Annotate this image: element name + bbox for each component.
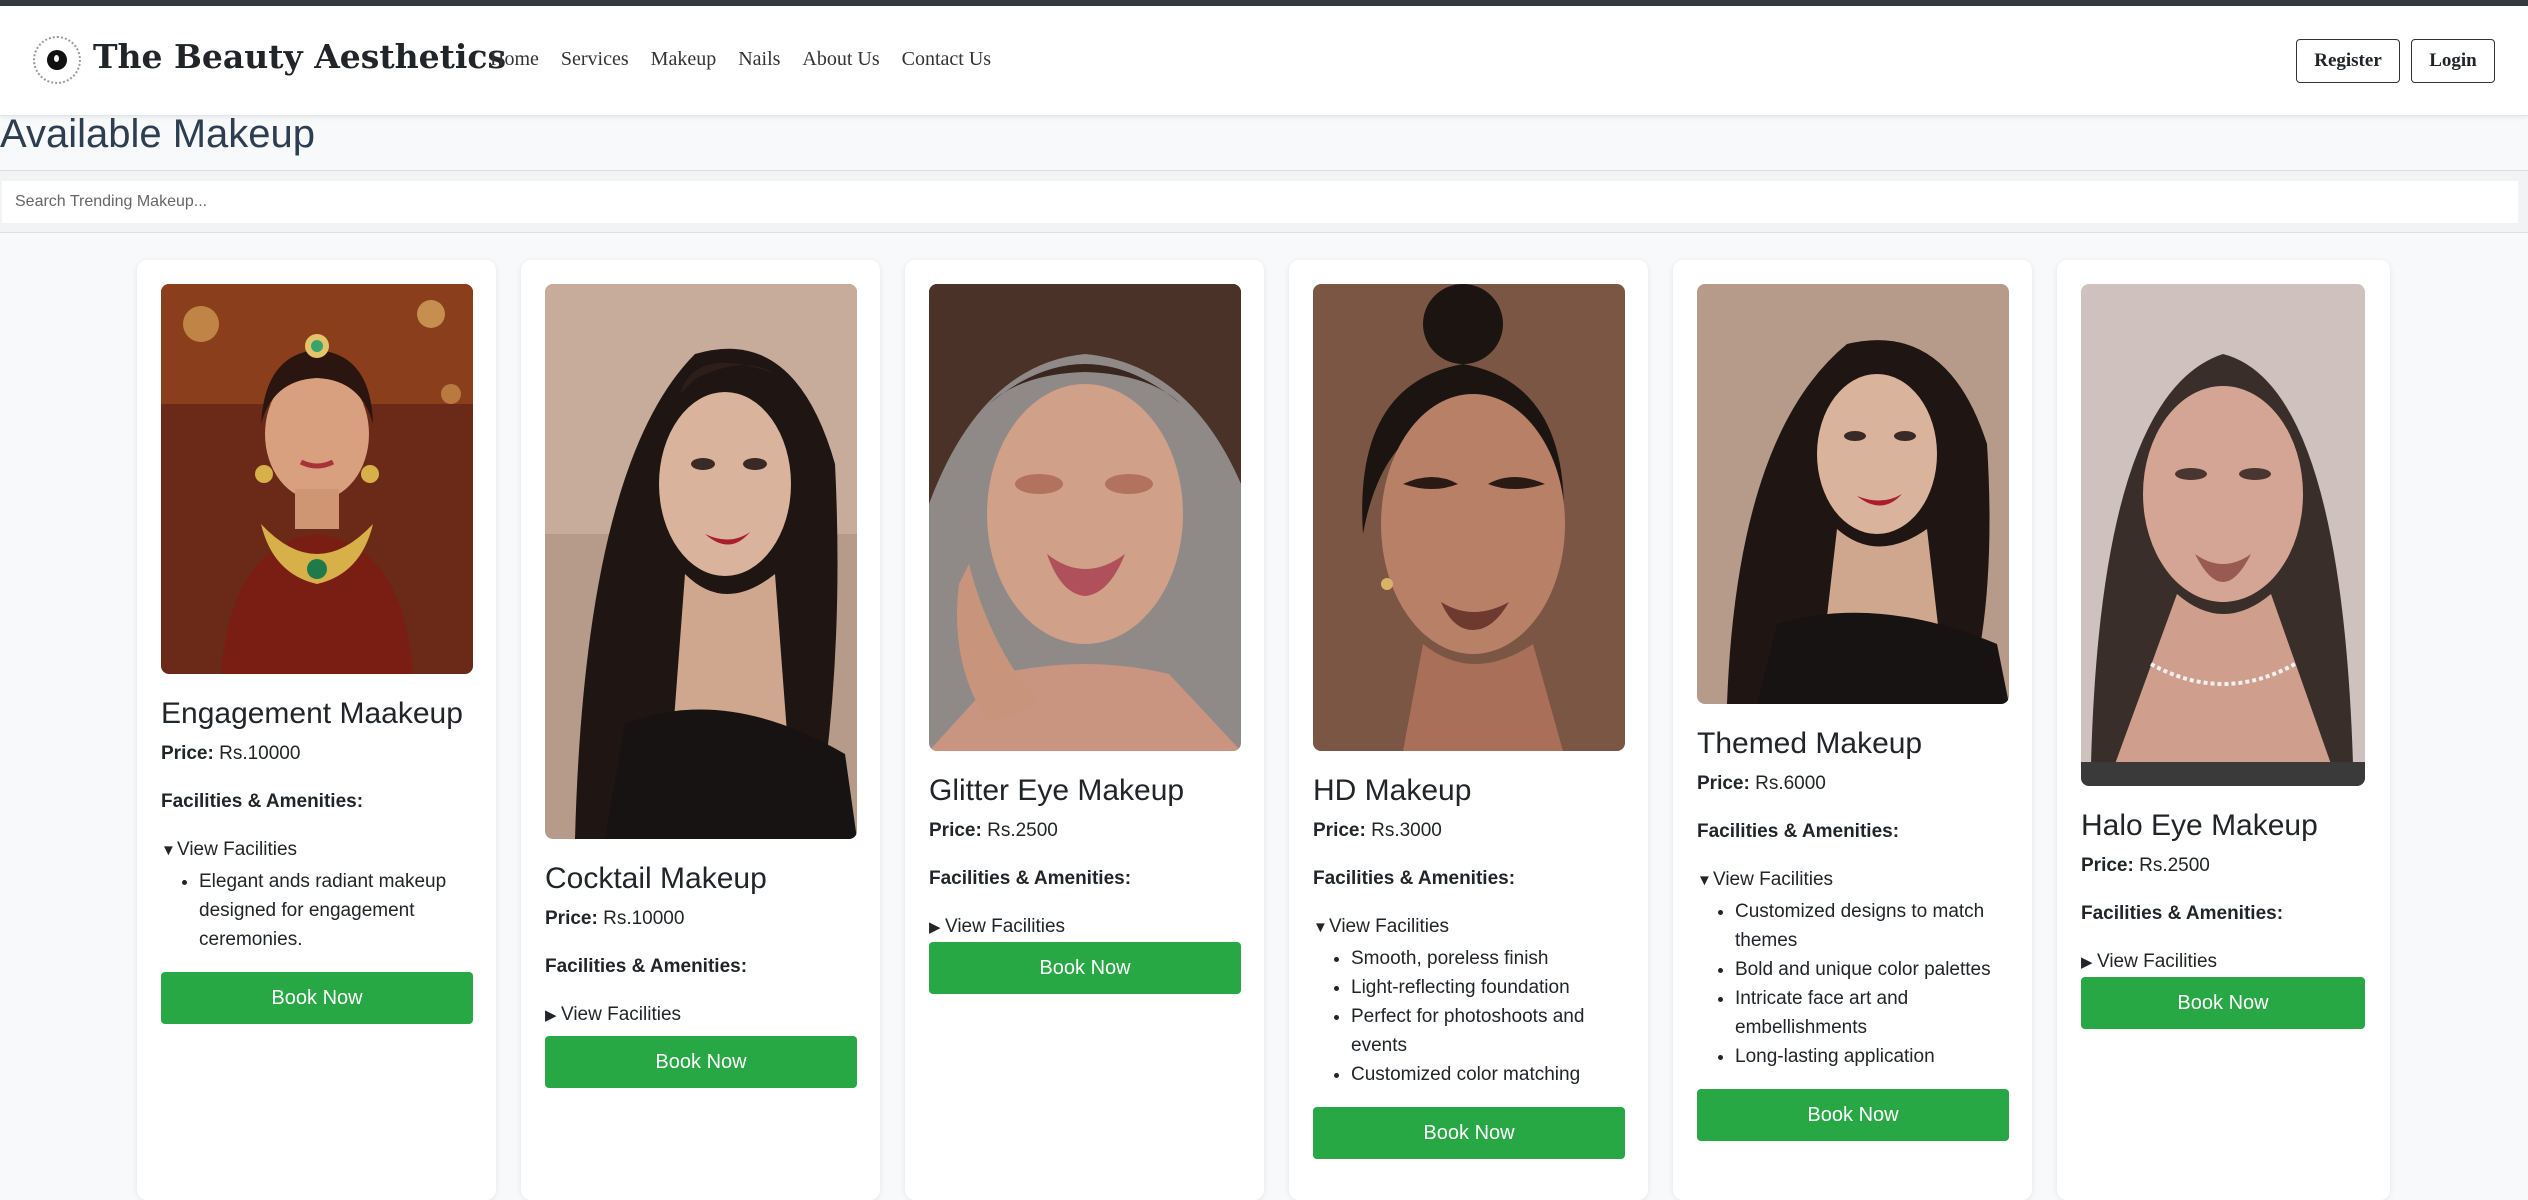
login-button[interactable]: Login — [2411, 39, 2495, 83]
triangle-down-icon: ▼ — [1697, 872, 1712, 889]
facilities-heading: Facilities & Amenities: — [161, 791, 364, 812]
facility-item: Long-lasting application — [1735, 1042, 2009, 1071]
nav-about-us[interactable]: About Us — [802, 48, 879, 71]
view-facilities-toggle[interactable]: ▶ View Facilities — [545, 1003, 857, 1028]
facilities-list: Elegant ands radiant makeup designed for… — [161, 867, 473, 954]
view-facilities-toggle[interactable]: ▼View Facilities — [1313, 915, 1625, 940]
triangle-right-icon: ▶ — [2081, 954, 2093, 971]
book-now-button[interactable]: Book Now — [1697, 1089, 2009, 1141]
price-value: Rs.2500 — [987, 820, 1058, 841]
makeup-card: Cocktail Makeup Price: Rs.10000 Faciliti… — [521, 260, 880, 1200]
makeup-photo — [545, 284, 857, 839]
makeup-photo — [929, 284, 1241, 751]
price-value: Rs.10000 — [219, 743, 301, 764]
book-now-button[interactable]: Book Now — [929, 942, 1241, 994]
view-facilities-toggle[interactable]: ▼View Facilities — [1697, 868, 2009, 893]
page-title: Available Makeup — [0, 112, 316, 156]
price-label: Price: — [161, 743, 214, 764]
search-input[interactable] — [2, 181, 2518, 223]
navbar: The Beauty Aesthetics Home Services Make… — [0, 6, 2528, 116]
facilities-heading: Facilities & Amenities: — [2081, 903, 2284, 924]
card-title: Engagement Maakeup — [161, 697, 463, 730]
makeup-card: Themed Makeup Price: Rs.6000 Facilities … — [1673, 260, 2032, 1200]
facility-item: Customized designs to match themes — [1735, 897, 2009, 955]
facility-item: Smooth, poreless finish — [1351, 944, 1625, 973]
nav-services[interactable]: Services — [561, 48, 629, 71]
nav-makeup[interactable]: Makeup — [651, 48, 717, 71]
card-title: Cocktail Makeup — [545, 862, 767, 895]
makeup-card: Glitter Eye Makeup Price: Rs.2500 Facili… — [905, 260, 1264, 1200]
card-title: Themed Makeup — [1697, 727, 1923, 760]
view-facilities-label: View Facilities — [945, 916, 1066, 937]
triangle-right-icon: ▶ — [545, 1007, 557, 1024]
facilities-heading: Facilities & Amenities: — [1697, 821, 1900, 842]
facility-item: Perfect for photoshoots and events — [1351, 1002, 1625, 1060]
triangle-down-icon: ▼ — [161, 842, 176, 859]
facility-item: Light-reflecting foundation — [1351, 973, 1625, 1002]
triangle-right-icon: ▶ — [929, 919, 941, 936]
card-title: HD Makeup — [1313, 774, 1472, 807]
view-facilities-label: View Facilities — [561, 1004, 682, 1025]
makeup-photo — [2081, 284, 2365, 786]
register-button[interactable]: Register — [2296, 39, 2400, 83]
card-price: Price: Rs.2500 — [929, 819, 1241, 843]
book-now-button[interactable]: Book Now — [2081, 977, 2365, 1029]
nav-links: Home Services Makeup Nails About Us Cont… — [490, 48, 1013, 71]
logo-icon[interactable] — [33, 36, 81, 84]
price-label: Price: — [2081, 855, 2134, 876]
price-label: Price: — [545, 908, 598, 929]
price-value: Rs.3000 — [1371, 820, 1442, 841]
facility-item: Intricate face art and embellishments — [1735, 984, 2009, 1042]
card-price: Price: Rs.6000 — [1697, 772, 2009, 796]
search-bar — [0, 170, 2528, 233]
facilities-heading: Facilities & Amenities: — [1313, 868, 1516, 889]
book-now-button[interactable]: Book Now — [1313, 1107, 1625, 1159]
card-title: Halo Eye Makeup — [2081, 809, 2318, 842]
nav-contact-us[interactable]: Contact Us — [902, 48, 991, 71]
price-label: Price: — [929, 820, 982, 841]
card-price: Price: Rs.3000 — [1313, 819, 1625, 843]
book-now-button[interactable]: Book Now — [161, 972, 473, 1024]
view-facilities-toggle[interactable]: ▶ View Facilities — [2081, 950, 2365, 975]
facility-item: Customized color matching — [1351, 1060, 1625, 1089]
nav-home[interactable]: Home — [490, 48, 539, 71]
price-value: Rs.6000 — [1755, 773, 1826, 794]
facilities-heading: Facilities & Amenities: — [545, 956, 748, 977]
makeup-photo — [1313, 284, 1625, 751]
card-price: Price: Rs.10000 — [161, 742, 473, 766]
makeup-card: Engagement Maakeup Price: Rs.10000 Facil… — [137, 260, 496, 1200]
facilities-list: Smooth, poreless finish Light-reflecting… — [1313, 944, 1625, 1089]
price-value: Rs.2500 — [2139, 855, 2210, 876]
view-facilities-toggle[interactable]: ▶ View Facilities — [929, 915, 1241, 940]
view-facilities-label: View Facilities — [1713, 869, 1834, 890]
facilities-heading: Facilities & Amenities: — [929, 868, 1132, 889]
book-now-button[interactable]: Book Now — [545, 1036, 857, 1088]
brand-name[interactable]: The Beauty Aesthetics — [93, 37, 506, 76]
triangle-down-icon: ▼ — [1313, 919, 1328, 936]
view-facilities-label: View Facilities — [177, 839, 298, 860]
card-price: Price: Rs.2500 — [2081, 854, 2365, 878]
card-title: Glitter Eye Makeup — [929, 774, 1185, 807]
facilities-list: Customized designs to match themes Bold … — [1697, 897, 2009, 1071]
makeup-card: Halo Eye Makeup Price: Rs.2500 Facilitie… — [2057, 260, 2390, 1200]
nav-nails[interactable]: Nails — [738, 48, 780, 71]
card-price: Price: Rs.10000 — [545, 907, 857, 931]
price-label: Price: — [1697, 773, 1750, 794]
view-facilities-label: View Facilities — [1329, 916, 1450, 937]
makeup-photo — [1697, 284, 2009, 704]
facility-item: Elegant ands radiant makeup designed for… — [199, 867, 473, 954]
price-value: Rs.10000 — [603, 908, 685, 929]
makeup-photo — [161, 284, 473, 674]
price-label: Price: — [1313, 820, 1366, 841]
view-facilities-toggle[interactable]: ▼View Facilities — [161, 838, 473, 863]
facility-item: Bold and unique color palettes — [1735, 955, 2009, 984]
makeup-card: HD Makeup Price: Rs.3000 Facilities & Am… — [1289, 260, 1648, 1200]
view-facilities-label: View Facilities — [2097, 951, 2218, 972]
